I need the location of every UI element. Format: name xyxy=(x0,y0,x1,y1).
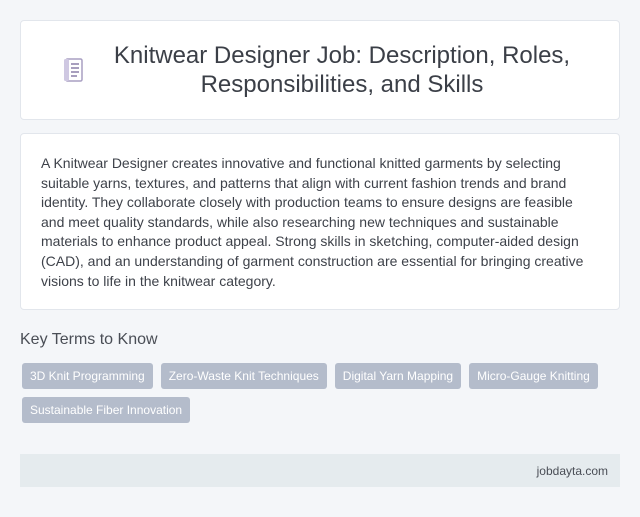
document-icon xyxy=(64,58,83,82)
key-terms-tags: 3D Knit Programming Zero-Waste Knit Tech… xyxy=(22,363,622,423)
title-card: Knitwear Designer Job: Description, Role… xyxy=(20,20,620,120)
footer-site-link[interactable]: jobdayta.com xyxy=(537,464,608,478)
tag-sustainable-fiber-innovation[interactable]: Sustainable Fiber Innovation xyxy=(22,397,191,423)
description-card: A Knitwear Designer creates innovative a… xyxy=(20,133,620,310)
tag-micro-gauge-knitting[interactable]: Micro-Gauge Knitting xyxy=(469,363,598,389)
tag-3d-knit-programming[interactable]: 3D Knit Programming xyxy=(22,363,153,389)
description-text: A Knitwear Designer creates innovative a… xyxy=(41,155,584,289)
page: Knitwear Designer Job: Description, Role… xyxy=(0,0,640,517)
page-title: Knitwear Designer Job: Description, Role… xyxy=(113,42,571,98)
tag-digital-yarn-mapping[interactable]: Digital Yarn Mapping xyxy=(334,363,462,389)
title-wrap: Knitwear Designer Job: Description, Role… xyxy=(63,41,577,99)
key-terms-heading: Key Terms to Know xyxy=(20,331,158,348)
tag-zero-waste-knit-techniques[interactable]: Zero-Waste Knit Techniques xyxy=(160,363,327,389)
footer: jobdayta.com xyxy=(20,454,620,487)
